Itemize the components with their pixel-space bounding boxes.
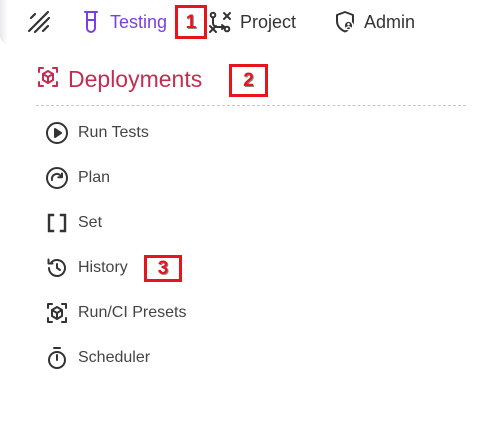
annotation-marker-3: 3 bbox=[144, 255, 182, 282]
menu-item-label: History bbox=[78, 259, 128, 276]
menu-item-run-ci-presets[interactable]: Run/CI Presets bbox=[45, 300, 186, 326]
nav-tab-testing[interactable]: Testing bbox=[80, 8, 167, 36]
menu-item-label: Run/CI Presets bbox=[78, 304, 187, 321]
menu-item-run-tests[interactable]: Run Tests bbox=[45, 120, 149, 146]
cube-scan-icon bbox=[45, 301, 69, 325]
annotation-marker-1: 1 bbox=[175, 5, 207, 39]
play-circle-icon bbox=[45, 121, 69, 145]
annotation-marker-2: 2 bbox=[229, 64, 268, 97]
menu-item-label: Scheduler bbox=[78, 349, 151, 366]
menu-item-label: Set bbox=[78, 214, 103, 231]
menu-item-scheduler[interactable]: Scheduler bbox=[45, 345, 150, 371]
section-divider bbox=[36, 105, 466, 106]
redo-circle-icon bbox=[45, 166, 69, 190]
nav-tab-project[interactable]: Project bbox=[208, 8, 296, 36]
nav-tab-label: Admin bbox=[364, 11, 416, 32]
pen-logo-icon[interactable] bbox=[26, 9, 52, 35]
cube-scan-icon bbox=[36, 65, 60, 94]
nav-tab-admin[interactable]: Admin bbox=[334, 8, 415, 36]
shield-user-icon bbox=[334, 10, 356, 34]
git-branch-icon bbox=[208, 10, 232, 34]
menu-item-label: Run Tests bbox=[78, 124, 149, 141]
topbar-corner-shade bbox=[0, 0, 8, 44]
section-title: Deployments bbox=[68, 65, 203, 92]
menu-item-history[interactable]: History bbox=[45, 255, 128, 281]
test-tube-icon bbox=[80, 10, 102, 34]
top-navigation-bar: Testing Project Admin bbox=[0, 0, 501, 44]
menu-item-label: Plan bbox=[78, 169, 111, 186]
nav-tab-label: Testing bbox=[110, 11, 168, 32]
section-header: Deployments bbox=[36, 64, 202, 94]
history-icon bbox=[45, 256, 69, 280]
nav-tab-label: Project bbox=[240, 11, 297, 32]
menu-item-plan[interactable]: Plan bbox=[45, 165, 110, 191]
brackets-icon bbox=[45, 211, 69, 235]
menu-item-set[interactable]: Set bbox=[45, 210, 102, 236]
stopwatch-icon bbox=[45, 346, 69, 370]
